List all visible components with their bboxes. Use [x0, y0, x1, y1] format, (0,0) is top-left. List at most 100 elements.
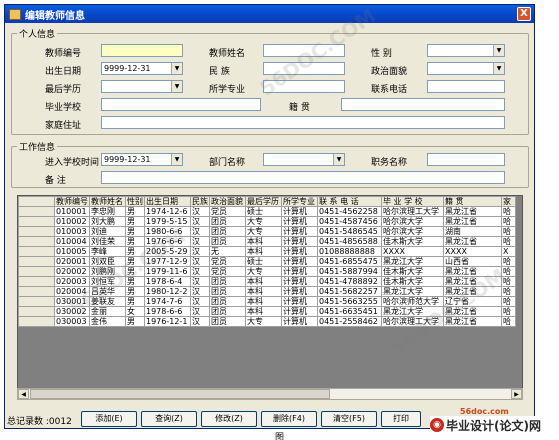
- table-cell[interactable]: 男: [125, 246, 145, 257]
- scroll-left-icon[interactable]: ◀: [18, 389, 29, 399]
- table-cell[interactable]: 1980-6-6: [144, 226, 191, 237]
- table-cell[interactable]: 姜联友: [89, 296, 126, 307]
- table-cell[interactable]: 男: [125, 206, 145, 217]
- table-cell[interactable]: 党员: [209, 206, 246, 217]
- table-cell[interactable]: 刘鹏刚: [89, 266, 126, 277]
- table-cell[interactable]: 辽宁省: [443, 296, 502, 307]
- table-cell[interactable]: 党员: [209, 256, 246, 267]
- table-cell[interactable]: 计算机: [281, 216, 318, 227]
- table-cell[interactable]: 本科: [245, 246, 282, 257]
- teacher-data-grid[interactable]: 教师编号 教师姓名 性别 出生日期 民族 政治面貌 最后学历 所学专业联 系 电 话毕 业 学…: [17, 195, 523, 400]
- gender-select[interactable]: ▼: [427, 44, 505, 57]
- table-cell[interactable]: 0451-4788892: [317, 276, 382, 287]
- delete-button[interactable]: 删除(F4): [261, 411, 317, 427]
- table-cell[interactable]: 0451-2558462: [317, 316, 382, 327]
- table-cell[interactable]: XXXX: [381, 246, 444, 257]
- table-cell[interactable]: 2005-5-29: [144, 246, 191, 257]
- table-cell[interactable]: 030001: [54, 296, 90, 307]
- nation-input[interactable]: [263, 62, 345, 75]
- table-cell[interactable]: 0451-6855475: [317, 256, 382, 267]
- department-select[interactable]: ▼: [263, 153, 345, 166]
- table-row[interactable]: 010001 李忠刚男 1974-12-6 汉党员 硕士 计算机 0451-4562258 哈…: [18, 206, 516, 217]
- table-row[interactable]: 030003 金伟男 1976-12-1 汉团员 大专 计算机 0451-2558462 哈尔…: [18, 316, 516, 327]
- table-cell[interactable]: 吕英华: [89, 286, 126, 297]
- table-cell[interactable]: 030003: [54, 316, 90, 327]
- table-cell[interactable]: 020002: [54, 266, 90, 277]
- table-cell[interactable]: 030002: [54, 306, 90, 317]
- table-cell[interactable]: 黑龙江大学: [381, 286, 444, 297]
- table-row[interactable]: 020004 吕英华男 1980-12-2 汉团员 本科 计算机 0451-5682257 黑…: [18, 286, 516, 297]
- column-header[interactable]: 家: [501, 196, 516, 207]
- table-cell[interactable]: 1978-6-4: [144, 276, 191, 287]
- table-cell[interactable]: 1979-5-15: [144, 216, 191, 227]
- table-cell[interactable]: 刘佳荣: [89, 236, 126, 247]
- table-cell[interactable]: 010005: [54, 246, 90, 257]
- table-cell[interactable]: 计算机: [281, 306, 318, 317]
- table-cell[interactable]: 计算机: [281, 266, 318, 277]
- school-input[interactable]: [101, 98, 261, 111]
- chevron-down-icon[interactable]: ▼: [333, 154, 344, 165]
- table-cell[interactable]: 佳木斯大学: [381, 276, 444, 287]
- table-cell[interactable]: 金丽: [89, 306, 126, 317]
- table-cell[interactable]: 0451-4856588: [317, 236, 382, 247]
- table-cell[interactable]: 计算机: [281, 286, 318, 297]
- teacher-name-input[interactable]: [263, 44, 345, 57]
- row-header[interactable]: [18, 226, 55, 237]
- table-cell[interactable]: 哈: [501, 216, 516, 227]
- table-cell[interactable]: 哈尔滨师范大学: [381, 296, 444, 307]
- table-cell[interactable]: 计算机: [281, 256, 318, 267]
- table-cell[interactable]: 汉: [190, 216, 210, 227]
- phone-input[interactable]: [427, 80, 505, 93]
- position-input[interactable]: [427, 153, 505, 166]
- teacher-id-input[interactable]: [101, 44, 183, 57]
- table-cell[interactable]: 团员: [209, 286, 246, 297]
- row-header[interactable]: [18, 246, 55, 257]
- table-cell[interactable]: 男: [125, 286, 145, 297]
- join-date-picker[interactable]: 9999-12-31 ▼: [101, 153, 183, 166]
- table-cell[interactable]: 团员: [209, 296, 246, 307]
- table-cell[interactable]: 汉: [190, 246, 210, 257]
- table-cell[interactable]: 020001: [54, 256, 90, 267]
- table-cell[interactable]: 计算机: [281, 276, 318, 287]
- education-select[interactable]: ▼: [101, 80, 183, 93]
- table-cell[interactable]: 汉: [190, 286, 210, 297]
- table-cell[interactable]: 计算机: [281, 206, 318, 217]
- table-cell[interactable]: 汉: [190, 226, 210, 237]
- table-cell[interactable]: 1980-12-2: [144, 286, 191, 297]
- table-cell[interactable]: 李峰: [89, 246, 126, 257]
- table-row[interactable]: 020003 刘恒军男 1978-6-4 汉团员 本科 计算机 0451-4788892 佳木…: [18, 276, 516, 287]
- table-cell[interactable]: 佳木斯大学: [381, 236, 444, 247]
- scroll-thumb[interactable]: [30, 389, 330, 399]
- table-cell[interactable]: 计算机: [281, 236, 318, 247]
- table-cell[interactable]: 大专: [245, 216, 282, 227]
- table-row[interactable]: 020001 刘双臣男 1977-12-9 汉党员 硕士 计算机 0451-6855475 黑…: [18, 256, 516, 267]
- table-cell[interactable]: 哈尔滨大学: [381, 216, 444, 227]
- table-cell[interactable]: 黑龙江省: [443, 306, 502, 317]
- chevron-down-icon[interactable]: ▼: [171, 154, 182, 165]
- table-cell[interactable]: 本科: [245, 306, 282, 317]
- table-cell[interactable]: 汉: [190, 316, 210, 327]
- table-cell[interactable]: 男: [125, 216, 145, 227]
- table-cell[interactable]: 男: [125, 256, 145, 267]
- print-button[interactable]: 打印: [381, 411, 421, 427]
- chevron-down-icon[interactable]: ▼: [171, 63, 182, 74]
- column-header[interactable]: 最后学历: [245, 196, 282, 207]
- table-cell[interactable]: 李忠刚: [89, 206, 126, 217]
- table-cell[interactable]: 汉: [190, 206, 210, 217]
- table-cell[interactable]: 哈: [501, 316, 516, 327]
- table-cell[interactable]: 男: [125, 316, 145, 327]
- table-cell[interactable]: 汉: [190, 276, 210, 287]
- table-cell[interactable]: 团员: [209, 226, 246, 237]
- table-cell[interactable]: 哈: [501, 286, 516, 297]
- table-cell[interactable]: 无: [209, 246, 246, 257]
- remark-input[interactable]: [101, 171, 505, 184]
- table-cell[interactable]: 计算机: [281, 316, 318, 327]
- column-header[interactable]: 籍 贯: [443, 196, 502, 207]
- table-cell[interactable]: 女: [125, 306, 145, 317]
- table-cell[interactable]: 哈尔滨大学: [381, 226, 444, 237]
- table-cell[interactable]: 男: [125, 236, 145, 247]
- table-cell[interactable]: 汉: [190, 296, 210, 307]
- table-cell[interactable]: 本科: [245, 276, 282, 287]
- table-cell[interactable]: 1976-12-1: [144, 316, 191, 327]
- table-cell[interactable]: 刘恒军: [89, 276, 126, 287]
